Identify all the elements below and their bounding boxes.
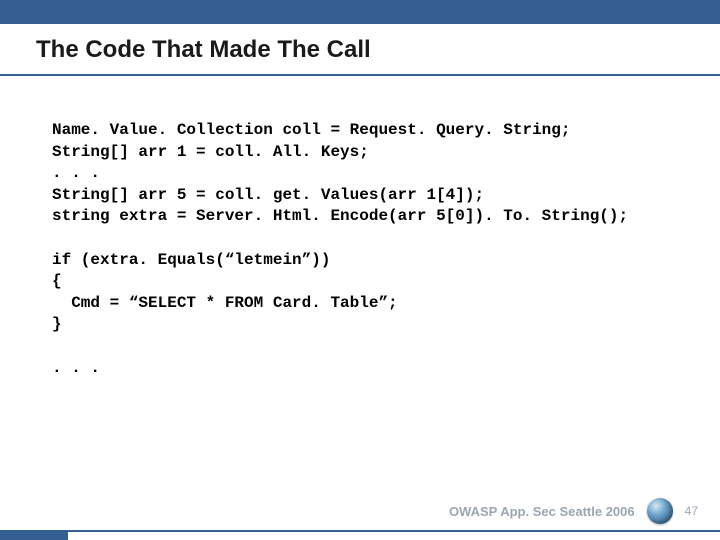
code-line: String[] arr 1 = coll. All. Keys; xyxy=(52,143,369,161)
code-line: Cmd = “SELECT * FROM Card. Table”; xyxy=(52,294,398,312)
code-block: Name. Value. Collection coll = Request. … xyxy=(52,120,690,379)
code-line: String[] arr 5 = coll. get. Values(arr 1… xyxy=(52,186,484,204)
page-number: 47 xyxy=(685,504,698,518)
code-line: { xyxy=(52,272,62,290)
footer-line xyxy=(0,530,720,532)
code-line: . . . xyxy=(52,164,100,182)
code-line: . . . xyxy=(52,359,100,377)
header-bar xyxy=(0,0,720,24)
code-line: } xyxy=(52,315,62,333)
footer-bar xyxy=(0,530,68,540)
title-underline xyxy=(0,74,720,76)
code-line: string extra = Server. Html. Encode(arr … xyxy=(52,207,628,225)
code-line: if (extra. Equals(“letmein”)) xyxy=(52,251,330,269)
footer-event-text: OWASP App. Sec Seattle 2006 xyxy=(449,504,635,519)
slide-title: The Code That Made The Call xyxy=(36,36,684,64)
footer: OWASP App. Sec Seattle 2006 47 xyxy=(449,498,698,524)
globe-icon xyxy=(647,498,673,524)
code-line: Name. Value. Collection coll = Request. … xyxy=(52,121,570,139)
